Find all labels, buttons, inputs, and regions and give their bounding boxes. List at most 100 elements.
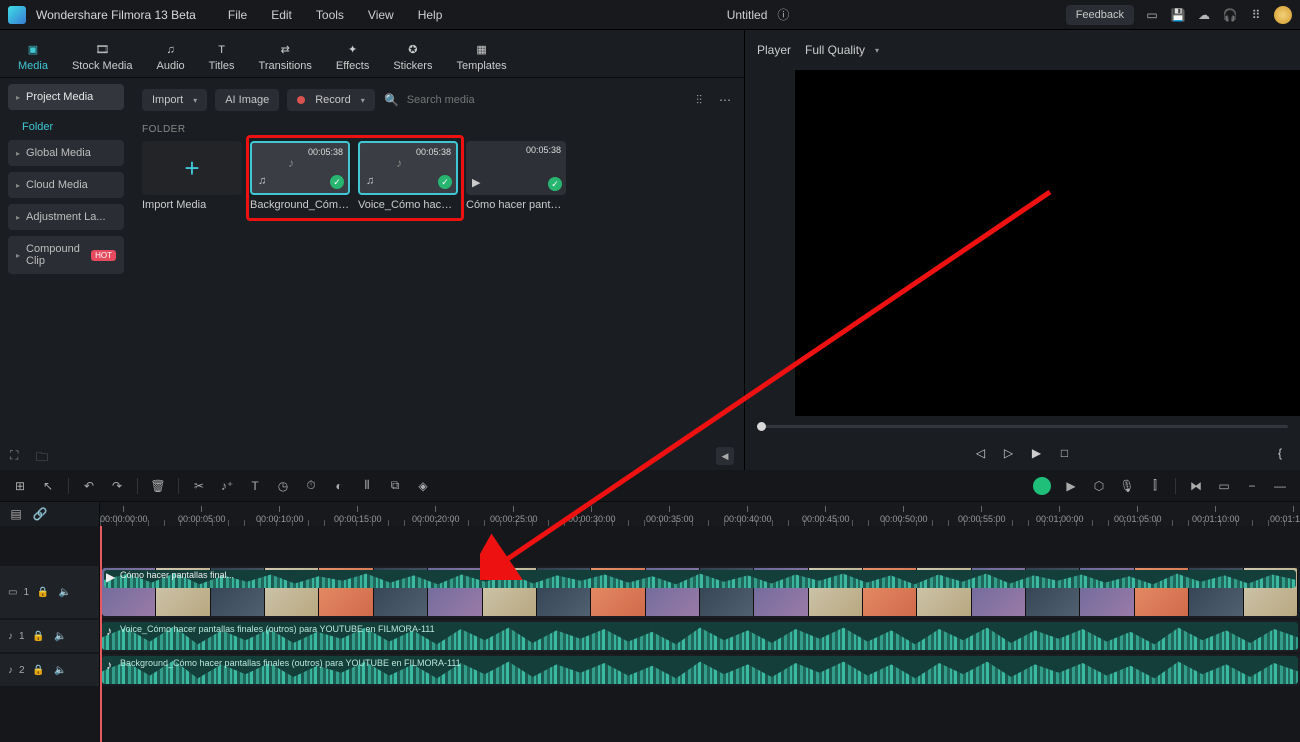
prev-frame-button[interactable]: ◁ bbox=[973, 445, 989, 461]
media-item[interactable]: 00:05:38 ▶ ✓ Cómo hacer pantallas ... bbox=[466, 141, 566, 211]
track-lane[interactable]: ♪ Voice_Cómo hacer pantallas finales (ou… bbox=[100, 620, 1300, 652]
tab-transitions[interactable]: ⇄ Transitions bbox=[251, 38, 320, 76]
audio-track-1: ♪ 1 🔒 🔈 ♪ Voice_Cómo hacer pantallas fin… bbox=[0, 620, 1300, 652]
sidebar-cloud-media[interactable]: Cloud Media bbox=[8, 172, 124, 198]
split-button[interactable]: ✂ bbox=[191, 478, 207, 494]
sidebar-folder[interactable]: Folder bbox=[8, 116, 124, 138]
effects-icon: ✦ bbox=[343, 42, 363, 58]
tab-templates[interactable]: ▦ Templates bbox=[448, 38, 514, 76]
voiceover-icon[interactable]: 🎙 bbox=[1119, 478, 1135, 494]
crop-tool-icon[interactable]: ⧉ bbox=[387, 478, 403, 494]
mute-icon[interactable]: 🔈 bbox=[57, 584, 73, 600]
stop-button[interactable]: □ bbox=[1057, 445, 1073, 461]
layout-icon[interactable]: ▭ bbox=[1144, 7, 1160, 23]
import-button[interactable]: Import bbox=[142, 89, 207, 111]
color-tool-icon[interactable]: ◐ bbox=[331, 478, 347, 494]
media-item[interactable]: 00:05:38 ♪ ♫ ✓ Background_Cómo ha... bbox=[250, 141, 350, 211]
text-tool-icon[interactable]: T bbox=[247, 478, 263, 494]
tab-stickers[interactable]: ✪ Stickers bbox=[385, 38, 440, 76]
quality-select[interactable]: Full Quality bbox=[805, 43, 879, 57]
redo-button[interactable]: ↷ bbox=[109, 478, 125, 494]
zoom-slider[interactable]: — bbox=[1272, 478, 1288, 494]
clip-title: Background_Cómo hacer pantallas finales … bbox=[120, 658, 461, 668]
save-icon[interactable]: 💾 bbox=[1170, 7, 1186, 23]
undo-button[interactable]: ↶ bbox=[81, 478, 97, 494]
audio-clip[interactable]: ♪ Background_Cómo hacer pantallas finale… bbox=[102, 656, 1298, 684]
play-button[interactable]: ▶ bbox=[1029, 445, 1045, 461]
scrub-handle[interactable] bbox=[757, 422, 766, 431]
project-info-icon[interactable]: ⓘ bbox=[775, 7, 791, 23]
preview-canvas[interactable] bbox=[795, 70, 1300, 416]
audio-tool-icon[interactable]: ♪⁺ bbox=[219, 478, 235, 494]
delete-button[interactable]: 🗑 bbox=[150, 478, 166, 494]
lock-icon[interactable]: 🔒 bbox=[31, 662, 47, 678]
layout-icon[interactable]: ⊞ bbox=[12, 478, 28, 494]
ai-tools-button[interactable] bbox=[1033, 477, 1051, 495]
adjust-tool-icon[interactable]: ⫴ bbox=[359, 478, 375, 494]
sidebar-global-media[interactable]: Global Media bbox=[8, 140, 124, 166]
sidebar-adjustment-layer[interactable]: Adjustment La... bbox=[8, 204, 124, 230]
tab-effects[interactable]: ✦ Effects bbox=[328, 38, 377, 76]
record-button[interactable]: Record bbox=[287, 89, 374, 111]
user-avatar[interactable] bbox=[1274, 6, 1292, 24]
ai-image-button[interactable]: AI Image bbox=[215, 89, 279, 111]
menu-help[interactable]: Help bbox=[408, 4, 453, 26]
track-lane[interactable]: ▶ Cómo hacer pantallas final... bbox=[100, 566, 1300, 618]
audio-clip[interactable]: ♪ Voice_Cómo hacer pantallas finales (ou… bbox=[102, 622, 1298, 650]
mixer-icon[interactable]: ⫿ bbox=[1147, 478, 1163, 494]
tab-label: Transitions bbox=[259, 60, 312, 72]
video-clip[interactable]: ▶ Cómo hacer pantallas final... bbox=[102, 568, 1298, 616]
tab-label: Stickers bbox=[393, 60, 432, 72]
label: Full Quality bbox=[805, 43, 865, 57]
link-icon[interactable]: 🔗 bbox=[32, 506, 48, 522]
menu-tools[interactable]: Tools bbox=[306, 4, 354, 26]
sidebar-compound-clip[interactable]: Compound Clip HOT bbox=[8, 236, 124, 274]
duration-tool-icon[interactable]: ⏱ bbox=[303, 478, 319, 494]
thumb-label: Import Media bbox=[142, 199, 242, 211]
cursor-icon[interactable]: ↖ bbox=[40, 478, 56, 494]
fit-icon[interactable]: ▭ bbox=[1216, 478, 1232, 494]
playhead[interactable] bbox=[100, 526, 102, 742]
feedback-button[interactable]: Feedback bbox=[1066, 5, 1134, 25]
expand-icon[interactable]: ⛶ bbox=[10, 448, 26, 464]
headphone-icon[interactable]: 🎧 bbox=[1222, 7, 1238, 23]
media-item[interactable]: 00:05:38 ♪ ♫ ✓ Voice_Cómo hacer pa... bbox=[358, 141, 458, 211]
play-pause-button[interactable]: ▷ bbox=[1001, 445, 1017, 461]
cloud-upload-icon[interactable]: ☁ bbox=[1196, 7, 1212, 23]
new-folder-icon[interactable]: 🗀 bbox=[36, 448, 52, 464]
lock-icon[interactable]: 🔒 bbox=[35, 584, 51, 600]
snap-icon[interactable]: ⧓ bbox=[1188, 478, 1204, 494]
timeline-ruler[interactable]: 00:00:00:0000:00:05:0000:00:10:0000:00:1… bbox=[100, 502, 1300, 526]
mute-icon[interactable]: 🔈 bbox=[53, 662, 69, 678]
sidebar-project-media[interactable]: Project Media bbox=[8, 84, 124, 110]
lock-icon[interactable]: 🔒 bbox=[31, 628, 47, 644]
menu-file[interactable]: File bbox=[218, 4, 257, 26]
marker-icon[interactable]: ⬡ bbox=[1091, 478, 1107, 494]
keyframe-tool-icon[interactable]: ◈ bbox=[415, 478, 431, 494]
tab-stock-media[interactable]: 🎞 Stock Media bbox=[64, 38, 141, 76]
mute-icon[interactable]: 🔈 bbox=[53, 628, 69, 644]
search-icon: 🔍 bbox=[383, 91, 401, 109]
speed-tool-icon[interactable]: ◷ bbox=[275, 478, 291, 494]
ruler-tick: 00:00:55:00 bbox=[958, 506, 1006, 524]
zoom-out-button[interactable]: − bbox=[1244, 478, 1260, 494]
more-icon[interactable]: ⋯ bbox=[716, 91, 734, 109]
menu-edit[interactable]: Edit bbox=[261, 4, 302, 26]
tab-titles[interactable]: T Titles bbox=[201, 38, 243, 76]
render-preview-icon[interactable]: ▶ bbox=[1063, 478, 1079, 494]
menu-view[interactable]: View bbox=[358, 4, 404, 26]
tab-audio[interactable]: ♫ Audio bbox=[149, 38, 193, 76]
import-media-tile[interactable]: + Import Media bbox=[142, 141, 242, 211]
tab-media[interactable]: ▣ Media bbox=[10, 38, 56, 76]
duration: 00:05:38 bbox=[416, 147, 451, 157]
preview-settings-icon[interactable]: { bbox=[1272, 445, 1288, 461]
collapse-sidebar-button[interactable]: ◀ bbox=[716, 447, 734, 465]
sidebar-label: Cloud Media bbox=[26, 179, 88, 191]
apps-grid-icon[interactable]: ⠿ bbox=[1248, 7, 1264, 23]
search-input[interactable] bbox=[407, 94, 682, 106]
filter-icon[interactable]: ⫶⫶ bbox=[690, 91, 708, 109]
preview-scrubber[interactable] bbox=[745, 416, 1300, 436]
track-options-icon[interactable]: ▤ bbox=[8, 506, 24, 522]
preview-panel: Player Full Quality ◁ ▷ ▶ □ { bbox=[745, 30, 1300, 470]
track-lane[interactable]: ♪ Background_Cómo hacer pantallas finale… bbox=[100, 654, 1300, 686]
